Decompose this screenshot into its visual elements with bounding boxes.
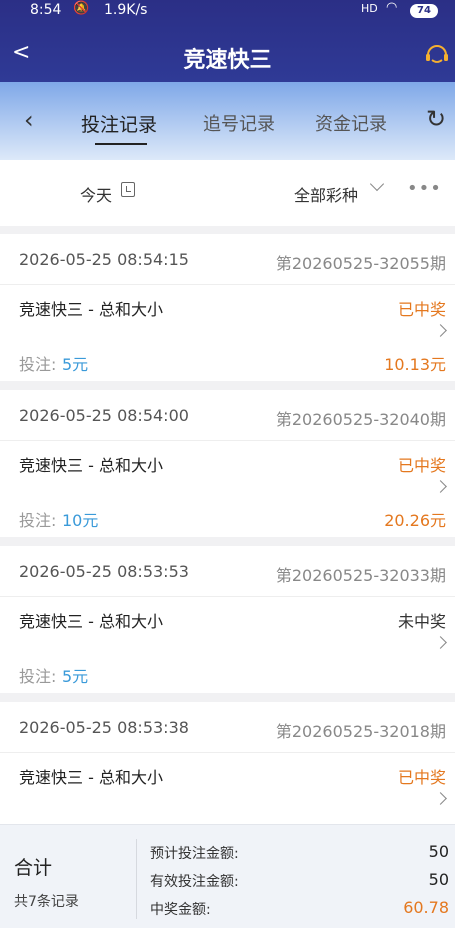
bet-amount: 10元 — [62, 511, 99, 530]
record-status: 已中奖 — [397, 768, 446, 787]
customer-service-icon[interactable] — [424, 43, 450, 65]
record-time: 2026-05-25 08:53:53 — [19, 562, 189, 581]
record-game: 竞速快三 - 总和大小 — [19, 456, 163, 475]
active-tab-indicator — [95, 143, 147, 145]
battery-icon: 74 — [410, 4, 438, 18]
network-speed: 1.9K/s — [104, 2, 148, 18]
bet-label: 投注: — [19, 667, 57, 686]
record-time: 2026-05-25 08:54:00 — [19, 406, 189, 425]
record-issue: 第20260525-32033期 — [275, 566, 446, 585]
record-card[interactable]: 2026-05-25 08:54:00 第20260525-32040期 竞速快… — [0, 390, 455, 537]
record-card[interactable]: 2026-05-25 08:54:15 第20260525-32055期 竞速快… — [0, 234, 455, 381]
expected-bet-label: 预计投注金额: — [150, 846, 239, 862]
tab-fund-records[interactable]: 资金记录 — [315, 110, 387, 136]
chevron-right-icon[interactable] — [434, 324, 447, 337]
record-game: 竞速快三 - 总和大小 — [19, 768, 163, 787]
record-card[interactable]: 2026-05-25 08:53:53 第20260525-32033期 竞速快… — [0, 546, 455, 693]
summary-footer: 合计 共7条记录 预计投注金额: 50 有效投注金额: 50 中奖金额: 60.… — [0, 824, 455, 928]
tab-bet-records[interactable]: 投注记录 — [81, 110, 157, 137]
record-status: 已中奖 — [397, 300, 446, 319]
record-game: 竞速快三 - 总和大小 — [19, 300, 163, 319]
lottery-filter[interactable]: 全部彩种 — [294, 182, 358, 206]
record-status: 已中奖 — [397, 456, 446, 475]
bet-label: 投注: — [19, 511, 57, 530]
divider — [0, 440, 455, 441]
date-filter[interactable]: 今天 — [80, 182, 112, 206]
divider — [0, 752, 455, 753]
record-count: 共7条记录 — [14, 894, 79, 910]
prize-amount: 10.13元 — [384, 355, 446, 374]
prize-total-value: 60.78 — [403, 898, 449, 917]
expected-bet-value: 50 — [428, 842, 449, 861]
record-status: 未中奖 — [397, 612, 446, 631]
divider — [0, 284, 455, 285]
filter-bar: 今天 全部彩种 ••• — [0, 160, 455, 226]
signal-icon: HD — [361, 2, 378, 15]
bet-amount: 5元 — [62, 355, 89, 374]
bell-muted-icon: 🔕 — [73, 1, 90, 16]
bet-label: 投注: — [19, 355, 57, 374]
bet-amount: 5元 — [62, 667, 89, 686]
valid-bet-value: 50 — [428, 870, 449, 889]
record-time: 2026-05-25 08:54:15 — [19, 250, 189, 269]
top-bar: 8:54 🔕 1.9K/s HD ◠ 74 < 竞速快三 — [0, 0, 455, 82]
tab-bar: ‹ 投注记录 追号记录 资金记录 ↻ — [0, 82, 455, 160]
tab-back-icon[interactable]: ‹ — [24, 106, 34, 134]
prize-total-label: 中奖金额: — [150, 902, 211, 918]
status-bar: 8:54 🔕 1.9K/s HD ◠ 74 — [0, 0, 455, 22]
tab-chase-records[interactable]: 追号记录 — [203, 110, 275, 136]
more-icon[interactable]: ••• — [407, 178, 442, 199]
record-game: 竞速快三 - 总和大小 — [19, 612, 163, 631]
total-label: 合计 — [14, 857, 53, 879]
wifi-icon: ◠ — [386, 0, 398, 15]
valid-bet-label: 有效投注金额: — [150, 874, 239, 890]
calendar-icon[interactable] — [121, 182, 135, 197]
prize-amount: 20.26元 — [384, 511, 446, 530]
chevron-right-icon[interactable] — [434, 480, 447, 493]
record-issue: 第20260525-32018期 — [275, 722, 446, 741]
refresh-icon[interactable]: ↻ — [426, 105, 446, 133]
divider — [136, 839, 137, 919]
divider — [0, 596, 455, 597]
page-title: 竞速快三 — [183, 48, 272, 73]
chevron-right-icon[interactable] — [434, 792, 447, 805]
status-time: 8:54 — [30, 2, 62, 18]
chevron-right-icon[interactable] — [434, 636, 447, 649]
record-issue: 第20260525-32040期 — [275, 410, 446, 429]
record-issue: 第20260525-32055期 — [275, 254, 446, 273]
chevron-down-icon[interactable] — [369, 176, 385, 192]
record-time: 2026-05-25 08:53:38 — [19, 718, 189, 737]
